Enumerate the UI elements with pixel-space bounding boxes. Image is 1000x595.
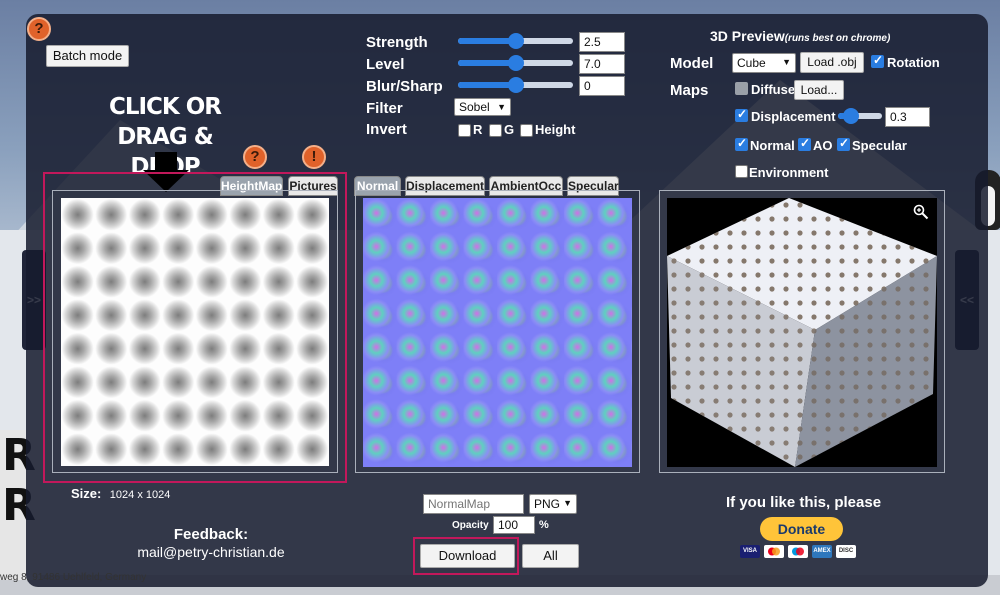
invert-g-label: G — [504, 122, 515, 137]
feedback-label: Feedback: — [173, 526, 249, 543]
diffuse-checkbox[interactable] — [735, 82, 748, 95]
address-text: weg 8, 91486 Uehlfeld, Germany — [0, 572, 147, 583]
model-select[interactable]: Cube ▼ — [732, 53, 796, 73]
ao-label: AO — [813, 138, 833, 153]
filename-input[interactable] — [423, 494, 524, 514]
strength-label: Strength — [366, 34, 428, 51]
zoom-icon[interactable] — [913, 204, 929, 220]
visa-icon: VISA — [740, 545, 760, 558]
preview-3d-canvas[interactable] — [667, 198, 937, 467]
cube-render — [667, 198, 937, 467]
strength-slider-thumb[interactable] — [507, 33, 524, 49]
donation-text: If you like this, please — [726, 494, 882, 511]
invert-height-checkbox[interactable] — [520, 124, 533, 137]
rotation-checkbox[interactable] — [871, 53, 884, 68]
strength-slider[interactable] — [458, 33, 573, 49]
displacement-slider-thumb[interactable] — [843, 108, 860, 124]
format-select[interactable]: PNG ▼ — [529, 494, 577, 514]
level-slider-fill — [458, 60, 516, 66]
size-info: Size: 1024 x 1024 — [71, 485, 170, 503]
pictures-alert-icon[interactable]: ! — [302, 145, 326, 169]
normal-label: Normal — [750, 138, 795, 153]
model-select-value: Cube — [737, 56, 766, 70]
environment-label: Environment — [749, 165, 829, 180]
blur-sharp-input[interactable] — [579, 76, 625, 96]
blur-sharp-slider-thumb[interactable] — [507, 77, 524, 93]
level-label: Level — [366, 56, 405, 73]
filter-select-value: Sobel — [459, 100, 490, 114]
filter-label: Filter — [366, 100, 403, 117]
feedback: Feedback: mail@petry-christian.de — [116, 526, 306, 560]
displacement-input[interactable] — [885, 107, 930, 127]
preview-subtitle: (runs best on chrome) — [784, 33, 891, 44]
normal-checkbox[interactable] — [735, 136, 748, 151]
format-select-value: PNG — [534, 497, 561, 511]
invert-label: Invert — [366, 121, 407, 138]
preview-title-wrap: 3D Preview(runs best on chrome) — [710, 28, 890, 44]
ao-checkbox[interactable] — [798, 136, 811, 151]
download-button[interactable]: Download — [420, 544, 515, 568]
donate-button[interactable]: Donate — [760, 517, 843, 541]
normalmap-image — [363, 198, 632, 467]
size-label: Size: — [71, 486, 102, 501]
environment-checkbox[interactable] — [735, 165, 748, 178]
blur-sharp-slider[interactable] — [458, 77, 573, 93]
maps-label: Maps — [670, 82, 709, 99]
level-input[interactable] — [579, 54, 625, 74]
specular-label: Specular — [852, 138, 907, 153]
heightmap-image[interactable] — [61, 198, 329, 466]
blur-sharp-label: Blur/Sharp — [366, 78, 443, 95]
level-slider-thumb[interactable] — [507, 55, 524, 71]
strength-slider-fill — [458, 38, 516, 44]
opacity-input[interactable] — [493, 516, 535, 534]
mastercard-icon — [764, 545, 784, 558]
blur-sharp-slider-fill — [458, 82, 516, 88]
download-all-button[interactable]: All — [522, 544, 579, 568]
chevron-down-icon: ▼ — [497, 102, 506, 112]
load-obj-button[interactable]: Load .obj — [800, 52, 864, 73]
batch-mode-button[interactable]: Batch mode — [46, 45, 129, 67]
specular-checkbox[interactable] — [837, 136, 850, 151]
preview-title: 3D Preview — [710, 28, 785, 44]
filter-select[interactable]: Sobel ▼ — [454, 98, 511, 116]
help-icon[interactable]: ? — [27, 17, 51, 41]
size-value: 1024 x 1024 — [109, 489, 171, 501]
invert-height-label: Height — [535, 122, 576, 137]
amex-icon: AMEX — [812, 545, 832, 558]
level-slider[interactable] — [458, 55, 573, 71]
model-chevron-down-icon: ▼ — [782, 57, 791, 67]
displacement-checkbox[interactable] — [735, 107, 748, 122]
rotation-label: Rotation — [887, 55, 940, 70]
invert-g-checkbox[interactable] — [489, 124, 502, 137]
heightmap-help-icon[interactable]: ? — [243, 145, 267, 169]
discover-icon: DISC — [836, 545, 856, 558]
opacity-label: Opacity — [452, 520, 489, 531]
maestro-icon — [788, 545, 808, 558]
strength-input[interactable] — [579, 32, 625, 52]
drop-hint-line1: CLICK OR — [108, 94, 222, 120]
diffuse-load-button[interactable]: Load... — [794, 80, 844, 100]
format-chevron-down-icon: ▼ — [563, 498, 572, 508]
opacity-unit: % — [539, 519, 549, 531]
main-panel: ? Batch mode CLICK OR DRAG & DROP ? ! He… — [0, 14, 988, 587]
displacement-slider[interactable] — [838, 108, 882, 124]
feedback-email[interactable]: mail@petry-christian.de — [116, 544, 306, 560]
model-label: Model — [670, 55, 714, 72]
invert-r-label: R — [473, 122, 483, 137]
invert-r-checkbox[interactable] — [458, 124, 471, 137]
diffuse-label: Diffuse — [751, 82, 796, 97]
displacement-label: Displacement — [751, 109, 836, 124]
